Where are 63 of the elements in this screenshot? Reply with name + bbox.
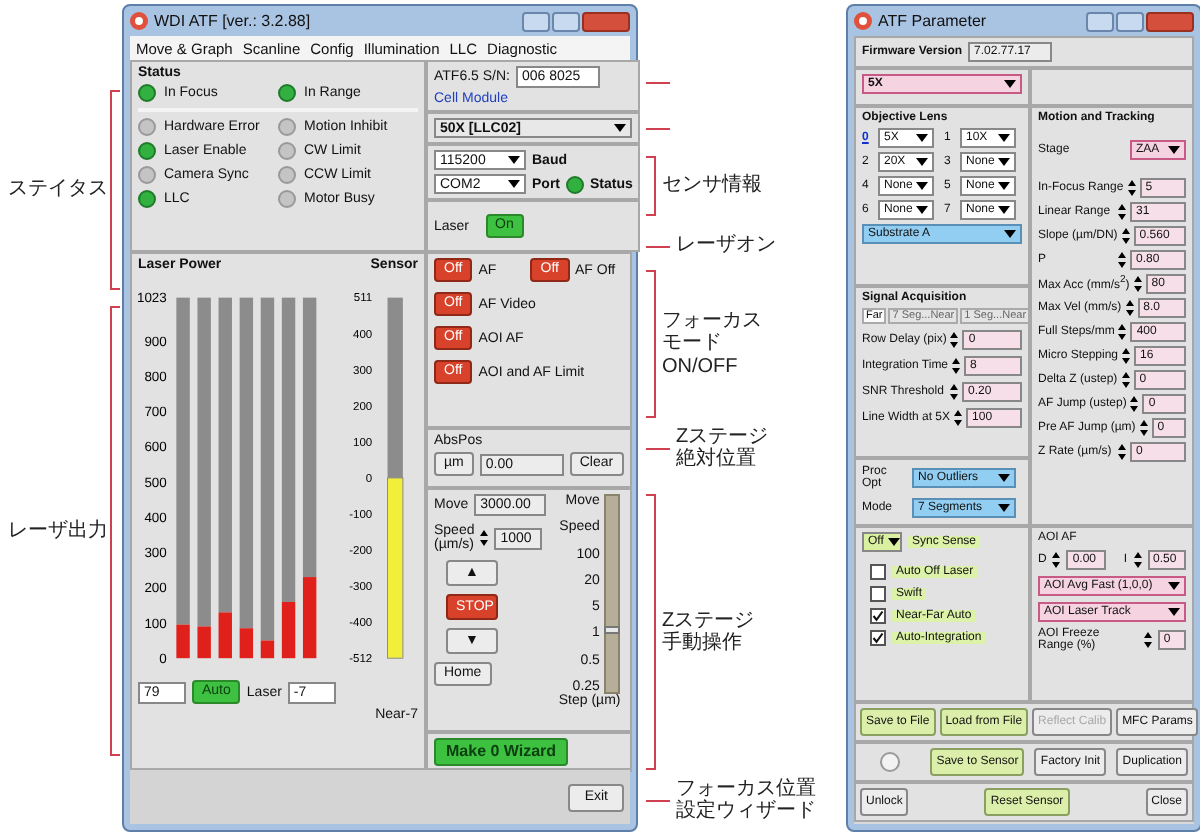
window-title: ATF Parameter [878,12,987,30]
caret-icon [998,182,1011,190]
caret-icon [916,134,928,142]
annotation-label: レーザ出力 [8,519,108,543]
spinner-icon[interactable] [950,383,958,399]
step-slider[interactable] [603,494,620,694]
leader-line [646,82,670,84]
spinner-icon[interactable] [1118,251,1126,267]
caret-icon [998,504,1010,512]
app-icon [854,12,872,30]
caret-icon [998,206,1011,214]
annotation-label: フォーカス位置 [676,777,816,799]
caret-icon [916,158,928,166]
spinner-icon[interactable] [1118,443,1126,459]
caret-icon [1168,146,1180,154]
bracket [646,156,656,216]
spinner-icon[interactable] [1143,632,1152,648]
caret-icon [508,156,520,164]
checkbox[interactable] [870,564,886,580]
caret-icon [916,206,929,214]
minimize-button[interactable] [522,11,550,31]
checkbox[interactable] [870,608,886,624]
close-button[interactable] [582,11,630,31]
leader-line [646,128,670,130]
annotation-label: 手動操作 [662,632,742,655]
maximize-button[interactable] [552,11,580,31]
close-button[interactable] [1146,11,1194,31]
leader-line [646,799,670,801]
annotation-label: ON/OFF [662,355,738,379]
caret-icon [916,182,929,190]
minimize-button[interactable] [1086,11,1114,31]
caret-icon [998,158,1011,166]
caret-icon [887,538,900,546]
app-icon [130,12,148,30]
checkbox[interactable] [870,630,886,646]
leader-line [646,245,670,247]
wizard-button[interactable]: Make 0 Wizard [434,738,569,766]
maximize-button[interactable] [1116,11,1144,31]
caret-icon [998,474,1010,482]
annotation-label: Zステージ [662,609,755,631]
caret-icon [1004,230,1016,238]
annotation-label: 絶対位置 [676,448,756,471]
annotation-label: フォーカス [662,309,762,333]
annotation-label: センサ情報 [662,174,762,198]
caret-icon [508,180,520,188]
checkbox[interactable] [870,586,886,602]
annotation-label: 設定ウィザード [676,800,816,823]
caret-icon [1168,608,1180,616]
annotation-label: ステイタス [8,178,108,202]
leader-line [646,447,670,449]
spinner-icon[interactable] [480,530,489,546]
spinner-icon[interactable] [1052,552,1061,568]
slider-thumb[interactable] [603,625,620,634]
annotation-label: Zステージ [676,425,769,447]
window-title: WDI ATF [ver.: 3.2.88] [154,12,311,30]
annotation-label: モード [662,332,722,356]
spinner-icon[interactable] [1118,203,1126,219]
caret-icon [1004,80,1016,88]
annotation-label: レーザオン [676,234,776,258]
caret-icon [1168,582,1180,590]
caret-icon [998,134,1010,142]
caret-icon [614,124,627,132]
spinner-icon[interactable] [1133,552,1141,568]
